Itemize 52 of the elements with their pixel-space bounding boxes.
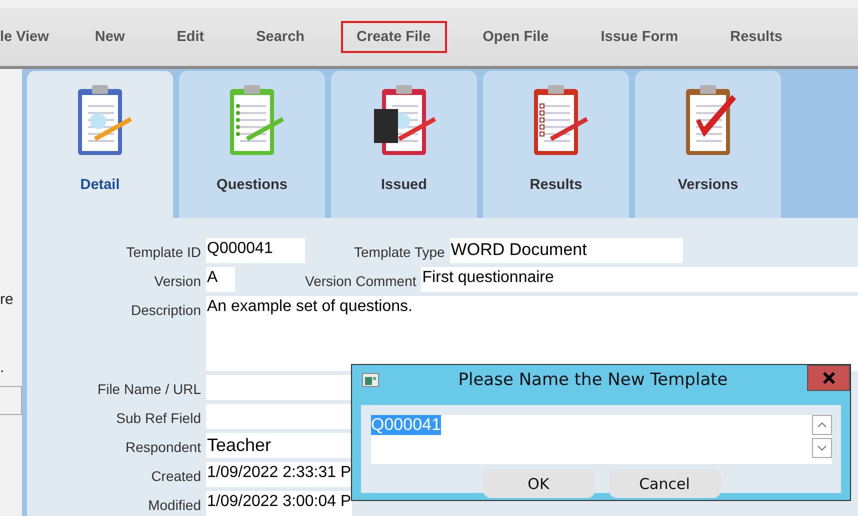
field-label: Template Type [354, 243, 446, 260]
input-field[interactable]: Q000041 [206, 238, 305, 263]
tab-label: Questions [216, 177, 288, 193]
text-area[interactable]: An example set of questions. [206, 296, 858, 371]
field-label: Description [130, 301, 202, 318]
scroll-up-button[interactable] [812, 415, 832, 435]
input-field[interactable]: WORD Document [450, 238, 683, 263]
chevron-up-icon [817, 421, 827, 429]
input-field[interactable]: Teacher [206, 433, 352, 458]
tab-label: Detail [80, 177, 120, 193]
field-label: Sub Ref Field [115, 409, 202, 426]
field-value: Q000041 [371, 415, 441, 435]
field-label: Version [153, 272, 202, 289]
tab[interactable]: Versions [635, 71, 781, 218]
input-field[interactable]: A [206, 267, 235, 292]
dialog-button[interactable]: OK [482, 469, 594, 498]
input-field[interactable] [206, 375, 352, 400]
tab-label: Results [530, 177, 582, 193]
field-label: Created [150, 467, 202, 484]
input-field[interactable]: First questionnaire [421, 267, 858, 292]
toolbar-button[interactable]: Search [240, 21, 320, 53]
toolbar-button[interactable]: Results [714, 21, 798, 53]
dialog-title: Please Name the New Template [457, 370, 729, 390]
side-text: re [0, 291, 14, 308]
field-label: Respondent [124, 438, 202, 455]
tab[interactable]: Questions [179, 71, 325, 218]
toolbar-button[interactable]: New [78, 21, 141, 53]
close-icon [822, 371, 836, 385]
tab-label: Versions [678, 177, 738, 193]
scroll-down-button[interactable] [812, 438, 832, 458]
toolbar-button[interactable]: Issue Form [584, 21, 694, 53]
field-label: Template ID [125, 243, 202, 260]
input-field[interactable]: 1/09/2022 3:00:04 P [206, 491, 352, 516]
tab[interactable]: Results [483, 71, 629, 218]
toolbar-button[interactable]: Create File [340, 21, 447, 53]
input-field[interactable]: 1/09/2022 2:33:31 P [206, 462, 352, 487]
side-text: . [0, 359, 4, 376]
field-label: Version Comment [305, 272, 418, 289]
tab[interactable]: Issued [331, 71, 477, 218]
tab[interactable]: Detail [27, 71, 173, 218]
toolbar-button[interactable]: Open File [466, 21, 565, 53]
toolbar-button[interactable]: Edit [160, 21, 220, 53]
side-button[interactable] [0, 386, 22, 415]
chevron-down-icon [817, 444, 827, 452]
window-icon [362, 373, 379, 387]
input-field[interactable] [206, 404, 352, 429]
field-label: Modified [147, 496, 202, 513]
tab-label: Issued [381, 177, 427, 193]
toolbar-button[interactable]: le View [0, 21, 65, 53]
dialog-button[interactable]: Cancel [608, 469, 720, 498]
close-button[interactable] [807, 365, 850, 391]
field-label: File Name / URL [96, 380, 202, 397]
